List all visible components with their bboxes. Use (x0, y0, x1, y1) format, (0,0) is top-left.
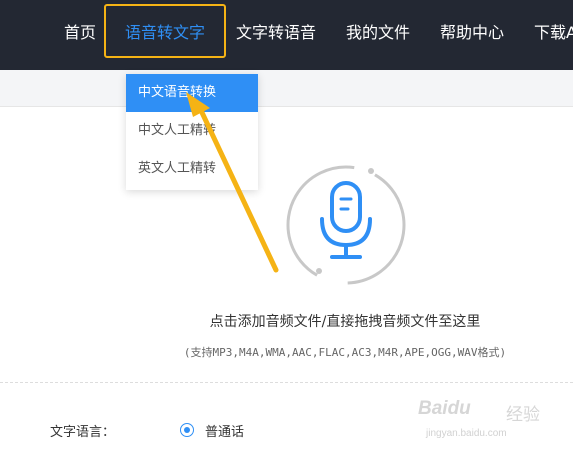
upload-microphone-button[interactable] (284, 163, 408, 287)
section-divider (0, 382, 573, 383)
watermark-brand-cn: 经验 (506, 405, 540, 425)
nav-item-speech-to-text[interactable]: 语音转文字 (125, 0, 205, 66)
nav-item-download[interactable]: 下载A (534, 0, 573, 66)
language-radio-mandarin[interactable] (180, 423, 194, 437)
watermark-brand: Baidu (418, 398, 471, 419)
nav-item-my-files[interactable]: 我的文件 (346, 0, 410, 66)
nav-item-home[interactable]: 首页 (64, 0, 96, 66)
watermark-url: jingyan.baidu.com (426, 428, 507, 439)
upload-supported-formats: (支持MP3,M4A,WMA,AAC,FLAC,AC3,M4R,APE,OGG,… (183, 346, 507, 359)
dropdown-item-chinese-manual[interactable]: 中文人工精转 (126, 112, 258, 150)
upload-instruction: 点击添加音频文件/直接拖拽音频文件至这里 (209, 314, 481, 330)
speech-to-text-dropdown: 中文语音转换 中文人工精转 英文人工精转 (126, 74, 258, 190)
nav-item-help-center[interactable]: 帮助中心 (440, 0, 504, 66)
dropdown-item-english-manual[interactable]: 英文人工精转 (126, 150, 258, 188)
sub-header-bar (0, 70, 573, 107)
microphone-icon (286, 165, 406, 285)
language-option-label[interactable]: 普通话 (205, 421, 244, 440)
top-nav-bar: 首页 语音转文字 文字转语音 我的文件 帮助中心 下载A (0, 0, 573, 70)
nav-item-text-to-speech[interactable]: 文字转语音 (236, 0, 316, 66)
baidu-jingyan-watermark: Baidu 经验 jingyan.baidu.com (418, 396, 568, 458)
dropdown-item-chinese-speech-convert[interactable]: 中文语音转换 (126, 74, 258, 112)
text-language-label: 文字语言： (50, 425, 116, 440)
